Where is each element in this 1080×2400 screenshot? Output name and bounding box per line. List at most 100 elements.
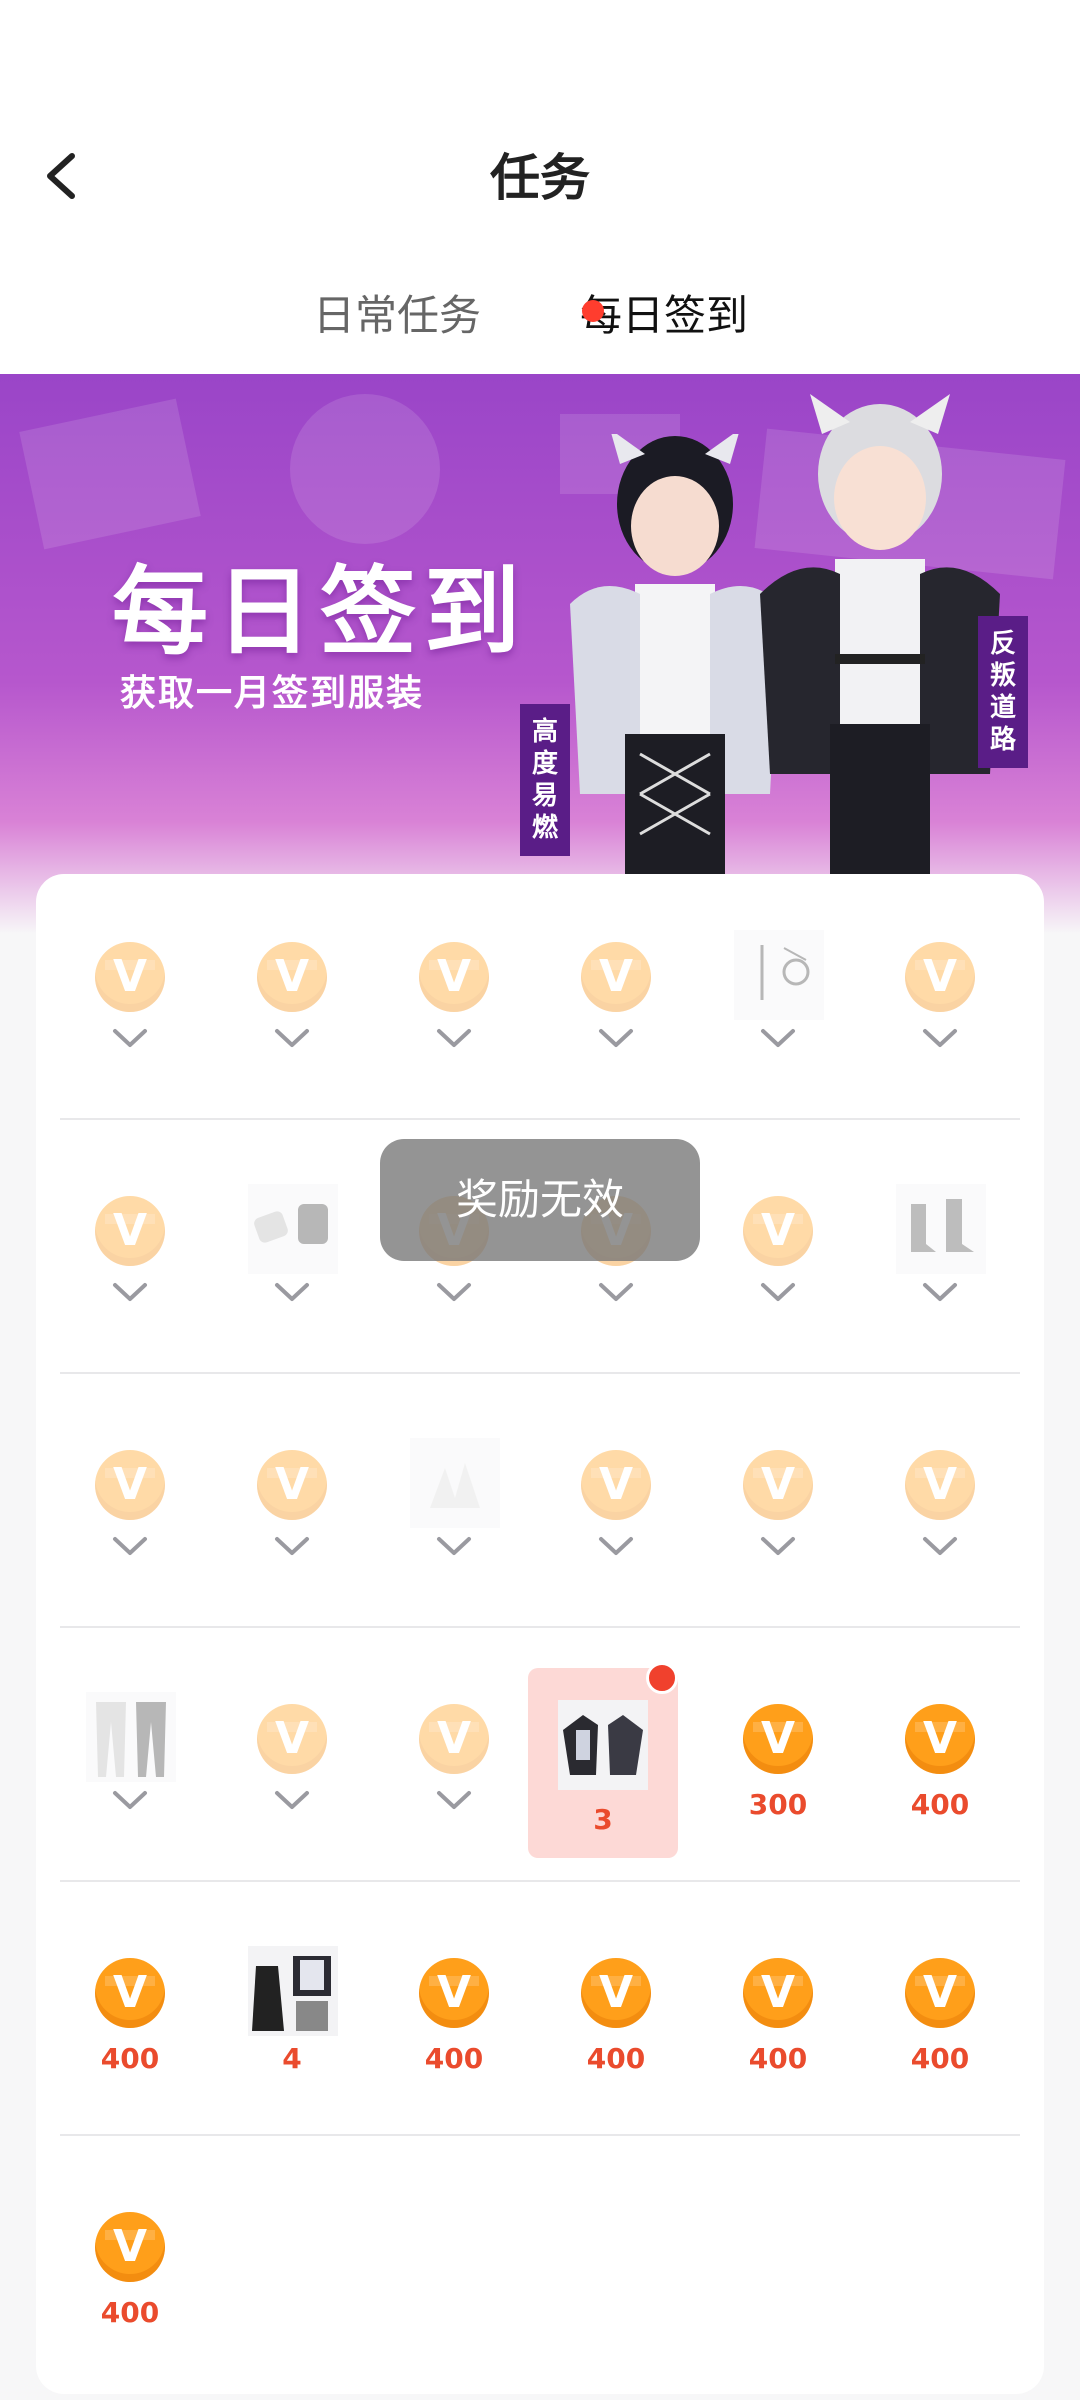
reward-amount: 400: [910, 1788, 970, 1821]
checkin-day-cell[interactable]: V: [374, 1676, 534, 1876]
checkin-day-cell[interactable]: V: [212, 914, 372, 1114]
banner-tag-right: 反叛道路: [978, 616, 1028, 768]
checkin-day-cell[interactable]: V 400: [860, 1676, 1020, 1876]
coin-icon: V: [257, 1704, 327, 1774]
checkin-day-cell[interactable]: [50, 1676, 210, 1876]
reward-amount: 300: [748, 1788, 808, 1821]
checkin-day-cell[interactable]: [212, 1168, 372, 1368]
checkin-day-cell[interactable]: [698, 914, 858, 1114]
claimed-check-icon: [760, 1026, 796, 1050]
claimed-check-icon: [436, 1788, 472, 1812]
accessory-icon: [734, 930, 824, 1020]
coin-icon: V: [257, 942, 327, 1012]
checkin-day-cell[interactable]: V: [860, 914, 1020, 1114]
reward-amount: 400: [748, 2042, 808, 2075]
checkin-day-cell[interactable]: V: [212, 1422, 372, 1622]
claimed-check-icon: [922, 1280, 958, 1304]
coin-icon: V: [743, 1196, 813, 1266]
checkin-day-cell[interactable]: [860, 1168, 1020, 1368]
claimed-check-icon: [112, 1026, 148, 1050]
coin-icon: V: [419, 1704, 489, 1774]
pants-icon: [86, 1692, 176, 1782]
checkin-day-cell[interactable]: [374, 1422, 534, 1622]
claimed-check-icon: [922, 1534, 958, 1558]
coin-icon: V: [95, 942, 165, 1012]
coin-icon: V: [95, 1196, 165, 1266]
row-divider: [60, 2134, 1020, 2136]
row-divider: [60, 1880, 1020, 1882]
coin-icon: V: [581, 942, 651, 1012]
claimed-check-icon: [274, 1534, 310, 1558]
coin-icon: V: [419, 942, 489, 1012]
checkin-day-cell[interactable]: V: [50, 914, 210, 1114]
reward-amount: 400: [910, 2042, 970, 2075]
checkin-day-cell[interactable]: V: [50, 1422, 210, 1622]
reward-amount: 4: [282, 2042, 302, 2075]
coin-icon: V: [743, 1958, 813, 2028]
claimed-check-icon: [436, 1534, 472, 1558]
claimed-check-icon: [436, 1280, 472, 1304]
claimed-check-icon: [436, 1026, 472, 1050]
coin-icon: V: [257, 1450, 327, 1520]
checkin-grid-card: V V V V V V V V V V V V V V V V 3 V 300 V 400 V 400 4 V 400 V 400 V 4…: [36, 874, 1044, 2394]
outfit-icon: [248, 1946, 338, 2036]
claimed-check-icon: [760, 1280, 796, 1304]
claimed-check-icon: [274, 1280, 310, 1304]
hat-icon: [410, 1438, 500, 1528]
reward-amount: 3: [593, 1803, 613, 1836]
tab-bar: 日常任务 每日签到: [0, 282, 1080, 342]
reward-amount: 400: [424, 2042, 484, 2075]
toast-message: 奖励无效: [380, 1139, 700, 1261]
coin-icon: V: [743, 1704, 813, 1774]
tab-daily-checkin[interactable]: 每日签到: [580, 282, 748, 343]
banner-subtitle: 获取一月签到服装: [120, 673, 425, 714]
claimed-check-icon: [274, 1788, 310, 1812]
checkin-day-cell[interactable]: V 400: [860, 1930, 1020, 2130]
checkin-day-cell[interactable]: V 400: [536, 1930, 696, 2130]
coin-icon: V: [905, 1704, 975, 1774]
current-day-dot: [646, 1662, 678, 1694]
checkin-day-cell[interactable]: V: [536, 1422, 696, 1622]
claimed-check-icon: [598, 1280, 634, 1304]
checkin-day-cell[interactable]: V: [536, 914, 696, 1114]
gloves-icon: [248, 1184, 338, 1274]
checkin-day-cell[interactable]: V 400: [698, 1930, 858, 2130]
claimed-check-icon: [922, 1026, 958, 1050]
coin-icon: V: [581, 1958, 651, 2028]
coin-icon: V: [581, 1450, 651, 1520]
claimed-check-icon: [112, 1534, 148, 1558]
banner-title: 每日签到: [112, 556, 528, 668]
checkin-day-cell[interactable]: V 400: [50, 1930, 210, 2130]
checkin-day-cell[interactable]: V: [698, 1422, 858, 1622]
row-divider: [60, 1118, 1020, 1120]
checkin-day-cell[interactable]: 4: [212, 1930, 372, 2130]
row-divider: [60, 1372, 1020, 1374]
reward-amount: 400: [100, 2296, 160, 2329]
checkin-day-cell[interactable]: V 400: [374, 1930, 534, 2130]
checkin-day-cell[interactable]: V: [374, 914, 534, 1114]
checkin-day-cell[interactable]: 3: [528, 1662, 678, 1858]
claimed-check-icon: [112, 1788, 148, 1812]
tab-badge-dot: [582, 300, 604, 322]
coin-icon: V: [95, 1450, 165, 1520]
checkin-day-cell[interactable]: V: [698, 1168, 858, 1368]
claimed-check-icon: [598, 1026, 634, 1050]
checkin-day-cell[interactable]: V: [212, 1676, 372, 1876]
coin-icon: V: [95, 2212, 165, 2282]
checkin-day-cell[interactable]: V: [50, 1168, 210, 1368]
coin-icon: V: [905, 1450, 975, 1520]
claimed-check-icon: [112, 1280, 148, 1304]
checkin-day-cell[interactable]: V 300: [698, 1676, 858, 1876]
coin-icon: V: [905, 1958, 975, 2028]
coin-icon: V: [95, 1958, 165, 2028]
claimed-check-icon: [598, 1534, 634, 1558]
checkin-banner: 每日签到 获取一月签到服装 高度易燃 反叛道路: [0, 374, 1080, 934]
top-bar: 任务 日常任务 每日签到: [0, 0, 1080, 374]
tab-daily-tasks[interactable]: 日常任务: [313, 282, 481, 343]
claimed-check-icon: [274, 1026, 310, 1050]
checkin-day-cell[interactable]: V: [860, 1422, 1020, 1622]
checkin-day-cell[interactable]: V 400: [50, 2184, 210, 2384]
coin-icon: V: [743, 1450, 813, 1520]
jacket-icon: [558, 1700, 648, 1790]
reward-amount: 400: [100, 2042, 160, 2075]
